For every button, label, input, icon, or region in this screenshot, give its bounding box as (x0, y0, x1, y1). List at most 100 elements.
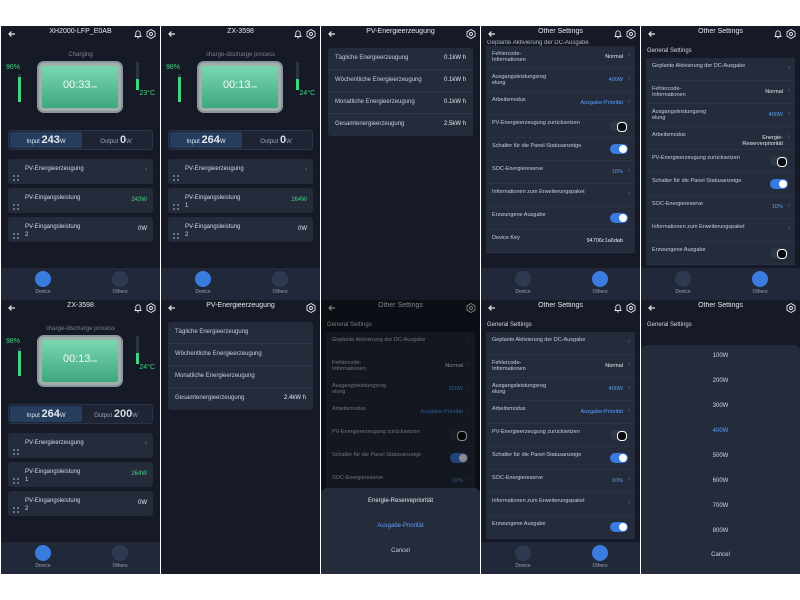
gear-icon[interactable] (145, 27, 157, 40)
toggle-switch[interactable] (770, 248, 788, 259)
settings-row[interactable]: Fehlercode- Informationen Normal › (486, 46, 635, 69)
sheet-option[interactable]: Ausgabe-Priorität (321, 523, 480, 529)
bell-icon[interactable] (132, 27, 144, 39)
back-arrow-icon[interactable] (6, 27, 18, 39)
settings-row[interactable]: Schalter für die Panel-Statusanzeige (486, 138, 635, 161)
back-arrow-icon[interactable] (486, 27, 498, 39)
back-arrow-icon[interactable] (166, 301, 178, 313)
tab-others[interactable]: Others (100, 271, 140, 297)
settings-row[interactable]: PV-Energieerzeugung zurücksetzen (486, 424, 635, 447)
picker-option[interactable]: 200W (641, 378, 800, 384)
settings-row[interactable]: SOC-Energiereserve 10% › (486, 470, 635, 493)
output-tab[interactable]: Output 200W (80, 406, 152, 422)
settings-row[interactable]: Erzwungene Ausgabe (486, 207, 635, 230)
setting-value: Energie- Reserverpriorität (742, 135, 783, 147)
settings-row[interactable]: PV-Energieerzeugung zurücksetzen (486, 115, 635, 138)
input-tab[interactable]: Input 264W (10, 406, 82, 422)
toggle-switch[interactable] (610, 453, 628, 463)
gear-icon[interactable] (305, 301, 317, 314)
settings-row[interactable]: Ausgangsleistungsreg elung 400W › (486, 69, 635, 92)
settings-row[interactable]: Device Key 94706c1a6dab (486, 230, 635, 253)
back-arrow-icon[interactable] (646, 301, 658, 313)
toggle-switch[interactable] (610, 144, 628, 154)
settings-row[interactable]: Erzwungene Ausgabe (646, 242, 795, 265)
bell-icon[interactable] (772, 27, 784, 39)
tab-device[interactable]: Device (23, 545, 63, 571)
settings-row[interactable]: Schalter für die Panel-Statusanzeige (486, 447, 635, 470)
tab-device[interactable]: Device (23, 271, 63, 297)
tab-device[interactable]: Device (503, 545, 543, 571)
gear-icon[interactable] (785, 27, 797, 40)
bell-icon[interactable] (612, 301, 624, 313)
gear-icon[interactable] (785, 301, 797, 314)
settings-row[interactable]: Schalter für die Panel-Statusanzeige (646, 173, 795, 196)
input-tab[interactable]: Input 264W (170, 132, 242, 148)
back-arrow-icon[interactable] (326, 27, 338, 39)
toggle-switch[interactable] (610, 522, 628, 532)
pv-card-3[interactable]: PV-Eingangsleistung 2 0W (8, 217, 153, 242)
settings-row[interactable]: Fehlercode- Informationen Normal › (486, 355, 635, 378)
pv-card-2[interactable]: PV-Eingangsleistung 243W (8, 188, 153, 213)
tab-others[interactable]: Others (740, 271, 780, 297)
picker-option[interactable]: 800W (641, 528, 800, 534)
gear-icon[interactable] (145, 301, 157, 314)
tab-device[interactable]: Device (663, 271, 703, 297)
screen-title: ZX-3598 (227, 28, 254, 35)
settings-row[interactable]: Arbeitsmodus Energie- Reserverpriorität › (646, 127, 795, 150)
input-tab[interactable]: Input 243W (10, 132, 82, 148)
picker-option[interactable]: 600W (641, 478, 800, 484)
pv-card-2[interactable]: PV-Eingangsleistung 1 264W (168, 188, 313, 213)
settings-row[interactable]: Ausgangsleistungsreg elung 400W › (646, 104, 795, 127)
toggle-switch[interactable] (770, 156, 788, 167)
pv-card-3[interactable]: PV-Eingangsleistung 2 0W (8, 491, 153, 516)
settings-row[interactable]: Erzwungene Ausgabe (486, 516, 635, 539)
settings-row[interactable]: SOC-Energiereserve 10% › (486, 161, 635, 184)
settings-row[interactable]: Geplante Aktivierung der DC-Ausgabe › (486, 332, 635, 355)
picker-option[interactable]: 400W (641, 428, 800, 434)
back-arrow-icon[interactable] (646, 27, 658, 39)
settings-row[interactable]: SOC-Energiereserve 10% › (646, 196, 795, 219)
toggle-switch[interactable] (770, 179, 788, 189)
gear-icon[interactable] (305, 27, 317, 40)
sheet-cancel-button[interactable]: Cancel (321, 548, 480, 554)
tab-device[interactable]: Device (183, 271, 223, 297)
back-arrow-icon[interactable] (166, 27, 178, 39)
settings-row[interactable]: Fehlercode- Informationen Normal › (646, 81, 795, 104)
pv-card-1[interactable]: PV-Energieerzeugung › (8, 433, 153, 458)
settings-row[interactable]: Arbeitsmodus Ausgabe-Priorität › (486, 401, 635, 424)
picker-option[interactable]: 500W (641, 453, 800, 459)
output-tab[interactable]: Output 0W (80, 132, 152, 148)
gear-icon[interactable] (625, 301, 637, 314)
tab-others[interactable]: Others (580, 271, 620, 297)
picker-option[interactable]: 100W (641, 353, 800, 359)
gear-icon[interactable] (465, 27, 477, 40)
picker-cancel-button[interactable]: Cancel (641, 552, 800, 558)
tab-device[interactable]: Device (503, 271, 543, 297)
settings-row[interactable]: Informationen zum Erweiterungspaket › (486, 184, 635, 207)
tab-others[interactable]: Others (260, 271, 300, 297)
toggle-switch[interactable] (610, 121, 628, 132)
pv-card-1[interactable]: PV-Energieerzeugung › (8, 159, 153, 184)
settings-row[interactable]: Informationen zum Erweiterungspaket › (646, 219, 795, 242)
pv-card-3[interactable]: PV-Eingangsleistung 2 0W (168, 217, 313, 242)
back-arrow-icon[interactable] (6, 301, 18, 313)
settings-row[interactable]: PV-Energieerzeugung zurücksetzen (646, 150, 795, 173)
picker-option[interactable]: 700W (641, 503, 800, 509)
toggle-switch[interactable] (610, 213, 628, 223)
bell-icon[interactable] (132, 301, 144, 313)
back-arrow-icon[interactable] (486, 301, 498, 313)
tab-others[interactable]: Others (580, 545, 620, 571)
picker-option[interactable]: 300W (641, 403, 800, 409)
settings-row[interactable]: Geplante Aktivierung der DC-Ausgabe › (646, 58, 795, 81)
toggle-switch[interactable] (610, 430, 628, 441)
output-tab[interactable]: Output 0W (240, 132, 312, 148)
gear-icon[interactable] (625, 27, 637, 40)
settings-row[interactable]: Ausgangsleistungsreg elung 400W › (486, 378, 635, 401)
tab-others[interactable]: Others (100, 545, 140, 571)
settings-row[interactable]: Arbeitsmodus Ausgabe-Priorität › (486, 92, 635, 115)
pv-card-2[interactable]: PV-Eingangsleistung 1 264W (8, 462, 153, 487)
bell-icon[interactable] (292, 27, 304, 39)
settings-row[interactable]: Informationen zum Erweiterungspaket › (486, 493, 635, 516)
bell-icon[interactable] (612, 27, 624, 39)
pv-card-1[interactable]: PV-Energieerzeugung › (168, 159, 313, 184)
